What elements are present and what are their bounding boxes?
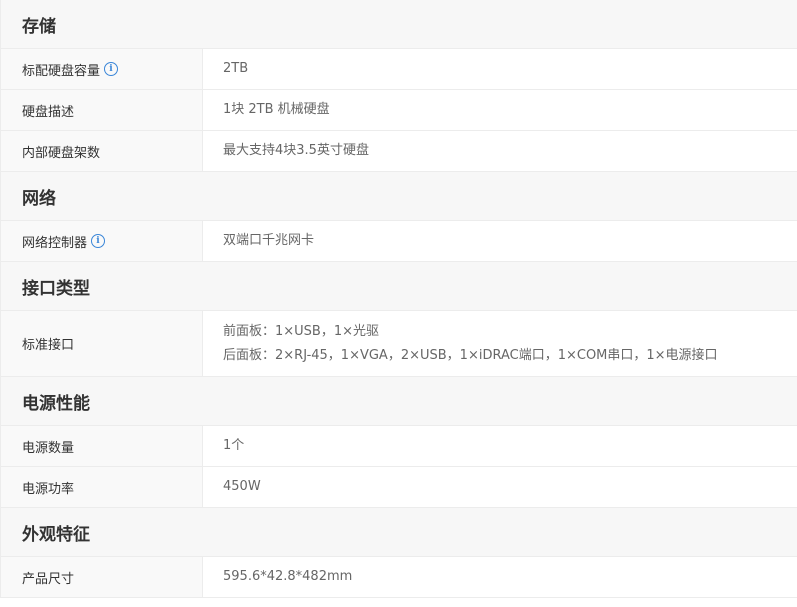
spec-label-text: 标配硬盘容量 — [22, 63, 101, 79]
spec-value-text: 双端口千兆网卡 — [223, 233, 315, 248]
spec-row-dimensions: 产品尺寸 595.6*42.8*482mm — [1, 557, 797, 598]
spec-label: 内部硬盘架数 — [1, 131, 203, 171]
spec-label: 电源功率 — [1, 467, 203, 507]
spec-value-line-front: 前面板：1×USB，1×光驱 — [223, 323, 380, 339]
spec-value: 最大支持4块3.5英寸硬盘 — [203, 131, 797, 171]
info-icon[interactable]: i — [104, 62, 119, 76]
spec-row-network-controller: 网络控制器 i 双端口千兆网卡 — [1, 221, 797, 262]
spec-value-text: 595.6*42.8*482mm — [223, 569, 353, 584]
spec-table: 存储 标配硬盘容量 i 2TB 硬盘描述 1块 2TB 机械硬盘 内部硬盘架数 … — [0, 0, 797, 598]
section-title: 网络 — [22, 188, 56, 209]
spec-label-text: 标准接口 — [22, 338, 75, 353]
spec-label-text: 网络控制器 — [22, 235, 88, 251]
spec-row-standard-interfaces: 标准接口 前面板：1×USB，1×光驱 后面板：2×RJ-45，1×VGA，2×… — [1, 311, 797, 377]
spec-value: 1个 — [203, 426, 797, 466]
spec-label: 电源数量 — [1, 426, 203, 466]
spec-label: 标配硬盘容量 i — [1, 49, 203, 89]
spec-value-line-rear: 后面板：2×RJ-45，1×VGA，2×USB，1×iDRAC端口，1×COM串… — [223, 347, 718, 363]
section-header-power: 电源性能 — [1, 377, 797, 426]
spec-row-internal-disk-bays: 内部硬盘架数 最大支持4块3.5英寸硬盘 — [1, 131, 797, 172]
section-header-appearance: 外观特征 — [1, 508, 797, 557]
spec-value-text: 2TB — [223, 61, 249, 76]
spec-label: 产品尺寸 — [1, 557, 203, 597]
spec-label-text: 电源功率 — [22, 481, 75, 497]
info-icon[interactable]: i — [91, 234, 106, 248]
section-title: 外观特征 — [22, 524, 90, 545]
spec-value: 2TB — [203, 49, 797, 89]
spec-label: 硬盘描述 — [1, 90, 203, 130]
spec-row-standard-disk-capacity: 标配硬盘容量 i 2TB — [1, 49, 797, 90]
spec-label: 网络控制器 i — [1, 221, 203, 261]
spec-label-text: 产品尺寸 — [22, 571, 75, 587]
spec-row-power-supply-count: 电源数量 1个 — [1, 426, 797, 467]
section-title: 接口类型 — [22, 278, 90, 299]
spec-label-text: 电源数量 — [22, 440, 75, 456]
spec-value-text: 1个 — [223, 438, 245, 453]
spec-row-power-wattage: 电源功率 450W — [1, 467, 797, 508]
spec-value: 1块 2TB 机械硬盘 — [203, 90, 797, 130]
section-header-storage: 存储 — [1, 0, 797, 49]
section-header-interfaces: 接口类型 — [1, 262, 797, 311]
section-header-network: 网络 — [1, 172, 797, 221]
spec-label-text: 内部硬盘架数 — [22, 145, 101, 161]
spec-value: 双端口千兆网卡 — [203, 221, 797, 261]
spec-row-disk-description: 硬盘描述 1块 2TB 机械硬盘 — [1, 90, 797, 131]
spec-value: 前面板：1×USB，1×光驱 后面板：2×RJ-45，1×VGA，2×USB，1… — [203, 311, 797, 376]
section-title: 存储 — [22, 16, 56, 37]
spec-value-text: 最大支持4块3.5英寸硬盘 — [223, 143, 369, 158]
spec-value: 450W — [203, 467, 797, 507]
spec-label: 标准接口 — [1, 311, 203, 376]
spec-value: 595.6*42.8*482mm — [203, 557, 797, 597]
spec-value-text: 1块 2TB 机械硬盘 — [223, 102, 330, 117]
section-title: 电源性能 — [22, 393, 90, 414]
spec-label-text: 硬盘描述 — [22, 104, 75, 120]
spec-value-text: 450W — [223, 479, 261, 494]
